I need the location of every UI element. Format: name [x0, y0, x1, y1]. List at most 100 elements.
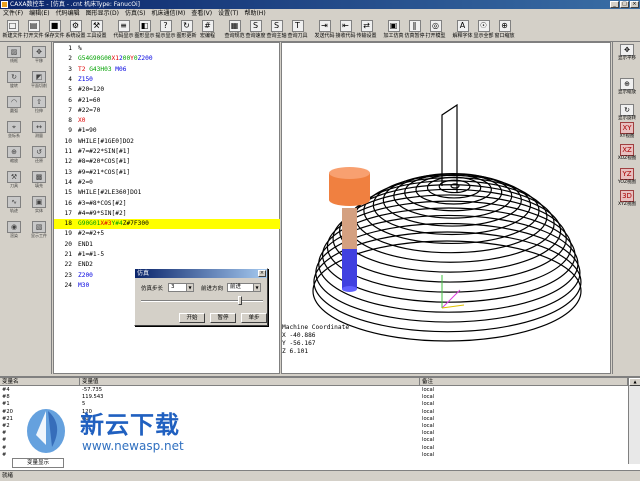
- toolbar-button-window-zoom[interactable]: ⊕ 窗口缩放: [494, 18, 515, 42]
- toolbar-button-graph-display[interactable]: ◧ 图形显示: [134, 18, 155, 42]
- font-icon: A: [456, 20, 469, 32]
- menu-item-2[interactable]: 代码编辑: [53, 9, 83, 18]
- variable-display-tab[interactable]: 变量显示: [12, 458, 64, 468]
- toolbar-button-transfer-settings[interactable]: ⇄ 传输设置: [356, 18, 377, 42]
- speed-slider-thumb[interactable]: [237, 296, 242, 305]
- toolbar-button-query-spindle[interactable]: S 查询主轴: [266, 18, 287, 42]
- left-tool-icon: ⊕: [7, 146, 21, 158]
- code-line: 14 #2=0: [54, 178, 280, 188]
- toolbar-button-save[interactable]: ■ 保存文件: [44, 18, 65, 42]
- minimize-button[interactable]: _: [610, 1, 619, 8]
- speed-slider[interactable]: [141, 300, 263, 302]
- toolbar-button-send-code[interactable]: ⇥ 发送代码: [314, 18, 335, 42]
- hint-display-icon: ?: [159, 20, 172, 32]
- toolbar-button-query-spec[interactable]: ▦ 查询规范: [224, 18, 245, 42]
- toolbar-label: 图形显示: [134, 33, 155, 39]
- variable-name: #4: [2, 387, 10, 393]
- left-tool-14[interactable]: ◉ 渲染: [3, 221, 25, 239]
- pause-button[interactable]: 暂停: [210, 313, 236, 323]
- watermark-brand: 新云下载: [80, 411, 180, 439]
- start-button[interactable]: 开始: [179, 313, 205, 323]
- code-token: %: [78, 45, 82, 52]
- toolbar-button-open-model[interactable]: ◎ 打开模型: [425, 18, 446, 42]
- direction-value: 前进: [230, 284, 242, 290]
- left-tool-icon: ⚒: [7, 171, 21, 183]
- left-tool-5[interactable]: ⇧ 拉伸: [28, 96, 50, 114]
- left-tool-8[interactable]: ⊕ 缩放: [3, 146, 25, 164]
- left-tool-7[interactable]: ↔ 测量: [28, 121, 50, 139]
- left-tool-12[interactable]: ∿ 轨迹: [3, 196, 25, 214]
- right-tool-label: XYZ视图: [618, 202, 636, 207]
- menu-item-5[interactable]: 机床通信(M): [148, 9, 188, 18]
- code-token: #22=70: [78, 106, 101, 114]
- right-tool-3[interactable]: XY XY视图: [615, 122, 639, 142]
- toolbar-button-new-file[interactable]: □ 新建文件: [2, 18, 23, 42]
- transfer-settings-icon: ⇄: [360, 20, 373, 32]
- left-tool-9[interactable]: ↺ 还原: [28, 146, 50, 164]
- left-tool-2[interactable]: ↻ 旋转: [3, 71, 25, 89]
- left-tool-icon: ▧: [32, 221, 46, 233]
- view-icon: YZ: [620, 168, 634, 180]
- code-token: #9=#21*COS[#1]: [78, 168, 131, 176]
- dialog-close-button[interactable]: ×: [258, 270, 266, 277]
- right-tool-0[interactable]: ✥ 显示平移: [615, 44, 639, 64]
- view-icon: XY: [620, 122, 634, 134]
- toolbar-button-sim-pause[interactable]: ‖ 仿真暂停: [404, 18, 425, 42]
- toolbar-button-font[interactable]: A 解释字体: [452, 18, 473, 42]
- variable-scrollbar[interactable]: ▲: [628, 378, 640, 464]
- menu-item-6[interactable]: 查看(V): [188, 9, 215, 18]
- machining-sim-icon: ▣: [387, 20, 400, 32]
- code-token: WHILE[#1GE0]DO2: [78, 137, 134, 145]
- direction-select[interactable]: 前进 ▼: [227, 283, 261, 292]
- scroll-up-icon[interactable]: ▲: [629, 378, 640, 386]
- toolbar-button-graph-refresh[interactable]: ↻ 图形更新: [176, 18, 197, 42]
- variable-note: local: [422, 415, 435, 422]
- coord-x: X -40.886: [282, 332, 316, 339]
- code-token: M30: [78, 281, 90, 289]
- toolbar-button-show-all[interactable]: ☉ 显示全部: [473, 18, 494, 42]
- left-tool-11[interactable]: ▩ 填充: [28, 171, 50, 189]
- left-tool-6[interactable]: ⌖ 坐标系: [3, 121, 25, 139]
- toolbar-button-hint-display[interactable]: ? 提示显示: [155, 18, 176, 42]
- dialog-title: 仿真: [137, 270, 150, 277]
- toolbar-label: 保存文件: [44, 33, 65, 39]
- right-tool-1[interactable]: ⊕ 显示缩放: [615, 78, 639, 98]
- toolbar-button-query-tool[interactable]: T 查询刀具: [287, 18, 308, 42]
- toolbar-button-open-folder[interactable]: ▤ 打开文件: [23, 18, 44, 42]
- toolbar-label: 系统设置: [65, 33, 86, 39]
- toolbar-button-code-display[interactable]: ≡ 代码显示: [113, 18, 134, 42]
- line-number: 2: [68, 55, 72, 63]
- right-tool-4[interactable]: XZ XOZ视图: [615, 144, 639, 164]
- menu-item-4[interactable]: 仿真(S): [122, 9, 149, 18]
- single-step-button[interactable]: 单步: [241, 313, 267, 323]
- toolbar-button-system-settings[interactable]: ⚙ 系统设置: [65, 18, 86, 42]
- maximize-button[interactable]: □: [620, 1, 629, 8]
- toolbar-button-query-speed[interactable]: S 查询速度: [245, 18, 266, 42]
- left-tool-13[interactable]: ▣ 实体: [28, 196, 50, 214]
- toolbar-button-machining-sim[interactable]: ▣ 加工仿真: [383, 18, 404, 42]
- coord-z: Z 6.101: [282, 348, 309, 355]
- close-button[interactable]: ×: [630, 1, 639, 8]
- menu-item-7[interactable]: 设置(T): [215, 9, 241, 18]
- left-tool-4[interactable]: ◠ 圆弧: [3, 96, 25, 114]
- right-tool-6[interactable]: 3D XYZ视图: [615, 190, 639, 210]
- toolbar-button-macro[interactable]: # 宏编程: [197, 18, 218, 42]
- menu-item-0[interactable]: 文件(F): [0, 9, 26, 18]
- right-tool-5[interactable]: YZ YOZ视图: [615, 168, 639, 188]
- toolbar-button-tool-settings[interactable]: ⚒ 工具设置: [86, 18, 107, 42]
- toolbar-button-receive-code[interactable]: ⇤ 接收代码: [335, 18, 356, 42]
- left-tool-0[interactable]: ▨ 线框: [3, 46, 25, 64]
- header-value: 变量值: [80, 378, 420, 386]
- menu-item-1[interactable]: 编辑(E): [26, 9, 52, 18]
- code-token: WHILE[#2LE360]DO1: [78, 189, 142, 197]
- step-select[interactable]: 3 ▼: [168, 283, 194, 292]
- left-tool-3[interactable]: ◩ 平面切削: [28, 71, 50, 89]
- right-tool-2[interactable]: ↻ 显示旋转: [615, 104, 639, 124]
- menu-item-8[interactable]: 帮助(H): [241, 9, 268, 18]
- left-tool-15[interactable]: ▧ 显示工件: [28, 221, 50, 239]
- menu-item-3[interactable]: 图形显示(D): [83, 9, 122, 18]
- code-line: 11 #7=#22*SIN[#1]: [54, 147, 280, 157]
- left-tool-10[interactable]: ⚒ 刀具: [3, 171, 25, 189]
- left-tool-1[interactable]: ✥ 平移: [28, 46, 50, 64]
- toolbar-label: 查询刀具: [287, 33, 308, 39]
